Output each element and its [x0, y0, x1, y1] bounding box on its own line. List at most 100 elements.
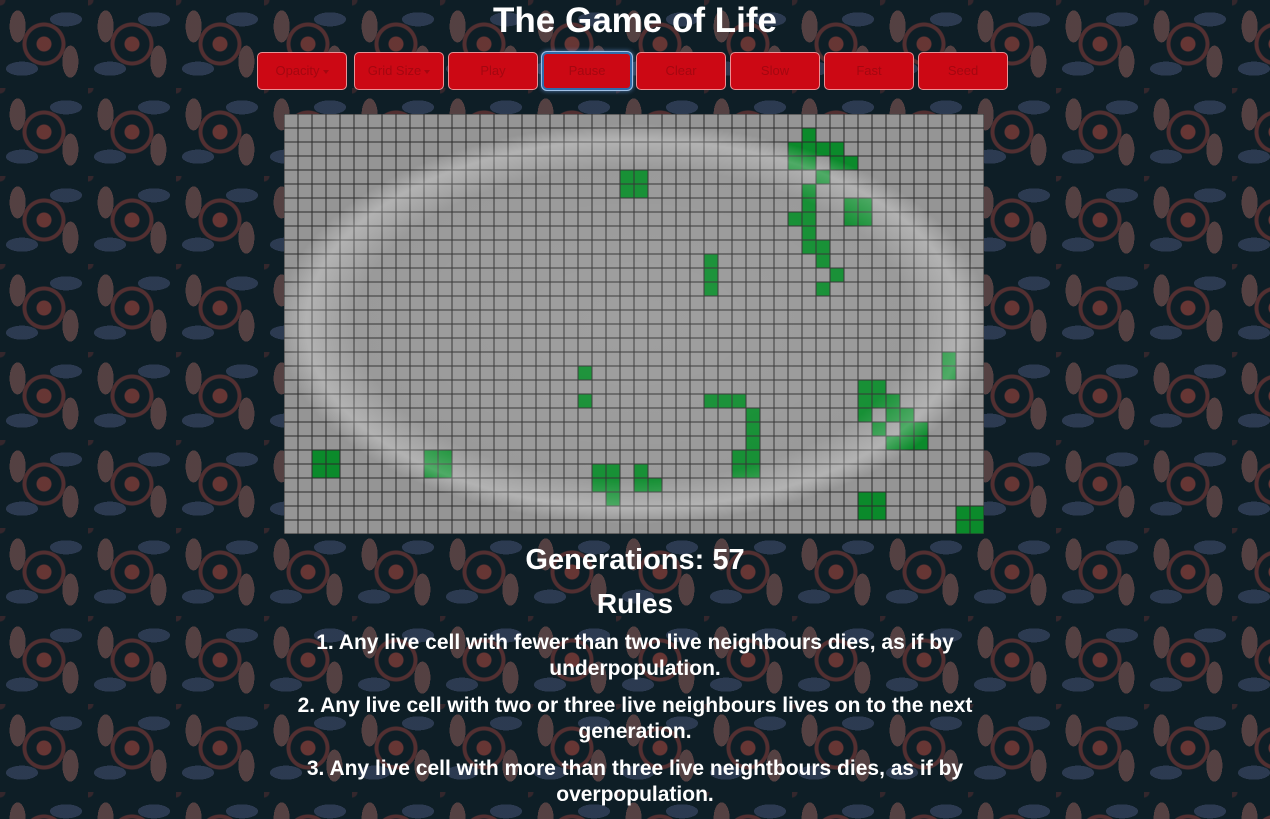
cell-dead[interactable] — [676, 254, 690, 268]
cell-dead[interactable] — [886, 366, 900, 380]
fast-button[interactable]: Fast — [824, 52, 914, 90]
cell-dead[interactable] — [620, 464, 634, 478]
cell-dead[interactable] — [970, 142, 984, 156]
cell-dead[interactable] — [746, 296, 760, 310]
cell-dead[interactable] — [774, 296, 788, 310]
cell-dead[interactable] — [662, 170, 676, 184]
cell-dead[interactable] — [648, 338, 662, 352]
cell-dead[interactable] — [578, 268, 592, 282]
cell-dead[interactable] — [690, 184, 704, 198]
cell-dead[interactable] — [704, 142, 718, 156]
cell-dead[interactable] — [368, 324, 382, 338]
cell-dead[interactable] — [942, 184, 956, 198]
cell-dead[interactable] — [956, 296, 970, 310]
cell-dead[interactable] — [662, 212, 676, 226]
cell-dead[interactable] — [872, 156, 886, 170]
cell-dead[interactable] — [858, 310, 872, 324]
cell-dead[interactable] — [928, 114, 942, 128]
cell-dead[interactable] — [620, 254, 634, 268]
cell-dead[interactable] — [410, 464, 424, 478]
cell-dead[interactable] — [564, 464, 578, 478]
cell-dead[interactable] — [718, 198, 732, 212]
cell-dead[interactable] — [466, 254, 480, 268]
cell-dead[interactable] — [858, 338, 872, 352]
cell-dead[interactable] — [410, 282, 424, 296]
cell-dead[interactable] — [410, 394, 424, 408]
cell-dead[interactable] — [508, 142, 522, 156]
cell-dead[interactable] — [466, 296, 480, 310]
cell-dead[interactable] — [410, 506, 424, 520]
cell-dead[interactable] — [676, 464, 690, 478]
cell-dead[interactable] — [858, 156, 872, 170]
cell-dead[interactable] — [662, 240, 676, 254]
cell-dead[interactable] — [970, 128, 984, 142]
cell-dead[interactable] — [452, 296, 466, 310]
cell-dead[interactable] — [760, 296, 774, 310]
game-board[interactable] — [284, 114, 984, 534]
cell-dead[interactable] — [564, 506, 578, 520]
cell-dead[interactable] — [606, 156, 620, 170]
cell-dead[interactable] — [606, 114, 620, 128]
cell-dead[interactable] — [410, 450, 424, 464]
cell-dead[interactable] — [830, 198, 844, 212]
cell-dead[interactable] — [508, 352, 522, 366]
cell-dead[interactable] — [368, 352, 382, 366]
cell-dead[interactable] — [690, 380, 704, 394]
cell-dead[interactable] — [830, 114, 844, 128]
cell-dead[interactable] — [298, 352, 312, 366]
cell-dead[interactable] — [368, 212, 382, 226]
cell-dead[interactable] — [886, 380, 900, 394]
cell-dead[interactable] — [494, 156, 508, 170]
cell-dead[interactable] — [480, 198, 494, 212]
cell-dead[interactable] — [326, 310, 340, 324]
cell-dead[interactable] — [802, 268, 816, 282]
cell-dead[interactable] — [298, 184, 312, 198]
cell-dead[interactable] — [634, 128, 648, 142]
cell-alive[interactable] — [858, 212, 872, 226]
cell-dead[interactable] — [830, 310, 844, 324]
cell-dead[interactable] — [592, 492, 606, 506]
cell-dead[interactable] — [788, 450, 802, 464]
cell-dead[interactable] — [914, 212, 928, 226]
cell-dead[interactable] — [634, 114, 648, 128]
cell-alive[interactable] — [704, 254, 718, 268]
cell-dead[interactable] — [354, 492, 368, 506]
cell-dead[interactable] — [634, 240, 648, 254]
cell-dead[interactable] — [872, 142, 886, 156]
cell-dead[interactable] — [676, 198, 690, 212]
cell-dead[interactable] — [732, 506, 746, 520]
cell-dead[interactable] — [284, 128, 298, 142]
grid-size-dropdown-button[interactable]: Grid Size — [354, 52, 444, 90]
cell-dead[interactable] — [774, 492, 788, 506]
cell-dead[interactable] — [690, 142, 704, 156]
cell-dead[interactable] — [788, 506, 802, 520]
cell-dead[interactable] — [774, 408, 788, 422]
cell-dead[interactable] — [704, 492, 718, 506]
cell-dead[interactable] — [312, 352, 326, 366]
cell-dead[interactable] — [438, 114, 452, 128]
cell-dead[interactable] — [760, 128, 774, 142]
cell-dead[interactable] — [970, 436, 984, 450]
cell-dead[interactable] — [396, 296, 410, 310]
cell-dead[interactable] — [760, 170, 774, 184]
cell-dead[interactable] — [886, 254, 900, 268]
cell-dead[interactable] — [536, 296, 550, 310]
cell-dead[interactable] — [816, 198, 830, 212]
cell-dead[interactable] — [900, 128, 914, 142]
cell-dead[interactable] — [858, 226, 872, 240]
cell-dead[interactable] — [284, 170, 298, 184]
cell-dead[interactable] — [690, 198, 704, 212]
cell-dead[interactable] — [648, 282, 662, 296]
cell-dead[interactable] — [830, 226, 844, 240]
cell-dead[interactable] — [900, 464, 914, 478]
cell-dead[interactable] — [970, 380, 984, 394]
cell-alive[interactable] — [732, 450, 746, 464]
cell-alive[interactable] — [438, 450, 452, 464]
cell-dead[interactable] — [298, 338, 312, 352]
cell-dead[interactable] — [564, 366, 578, 380]
cell-dead[interactable] — [620, 226, 634, 240]
cell-dead[interactable] — [704, 366, 718, 380]
cell-dead[interactable] — [494, 254, 508, 268]
cell-dead[interactable] — [844, 338, 858, 352]
cell-dead[interactable] — [508, 156, 522, 170]
